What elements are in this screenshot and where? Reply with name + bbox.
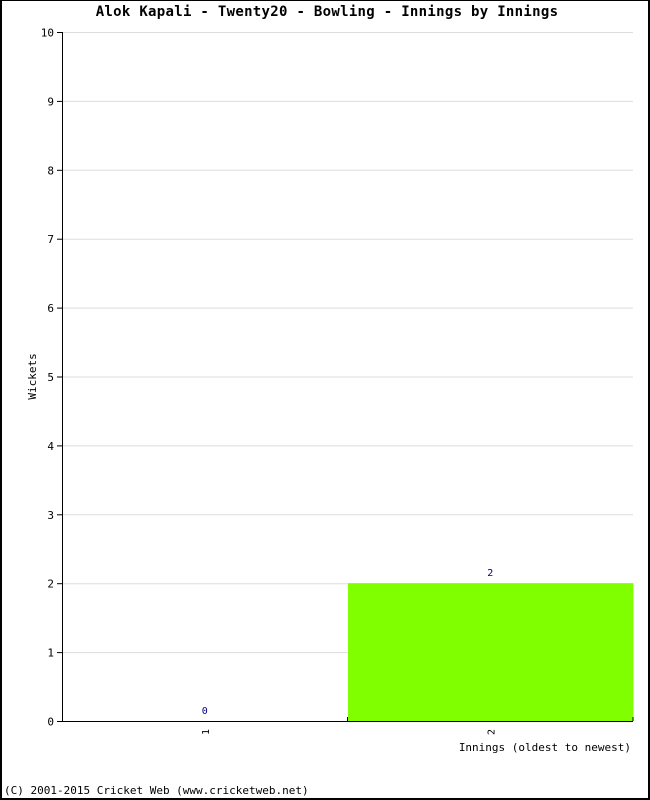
y-tick-label: 6 bbox=[47, 302, 54, 315]
bar-chart: 0 1 2 3 4 5 6 7 8 9 10 0 1 2 2 Innings (oldest to newes… bbox=[26, 27, 634, 754]
y-tick-label: 4 bbox=[47, 440, 54, 453]
y-tick-label: 3 bbox=[47, 509, 54, 522]
y-axis-title: Wickets bbox=[26, 353, 39, 399]
x-tick-label: 2 bbox=[486, 729, 497, 735]
gridlines bbox=[62, 32, 633, 654]
y-tick-label: 10 bbox=[41, 27, 54, 40]
y-tick-label: 1 bbox=[47, 647, 54, 660]
y-tick-label: 0 bbox=[47, 716, 54, 729]
y-tick-label: 5 bbox=[47, 371, 54, 384]
data-label: 2 bbox=[487, 568, 493, 579]
y-tick-label: 9 bbox=[47, 95, 54, 108]
y-tick-label: 2 bbox=[47, 578, 54, 591]
data-label: 0 bbox=[202, 706, 208, 717]
y-tick-label: 7 bbox=[47, 233, 54, 246]
x-tick-label: 1 bbox=[201, 729, 212, 735]
copyright-footer: (C) 2001-2015 Cricket Web (www.cricketwe… bbox=[4, 784, 309, 797]
y-tick-label: 8 bbox=[47, 164, 54, 177]
bar bbox=[348, 583, 634, 721]
x-axis-title: Innings (oldest to newest) bbox=[459, 741, 631, 754]
chart-frame: Alok Kapali - Twenty20 - Bowling - Innin… bbox=[0, 0, 650, 800]
bars bbox=[348, 583, 634, 721]
